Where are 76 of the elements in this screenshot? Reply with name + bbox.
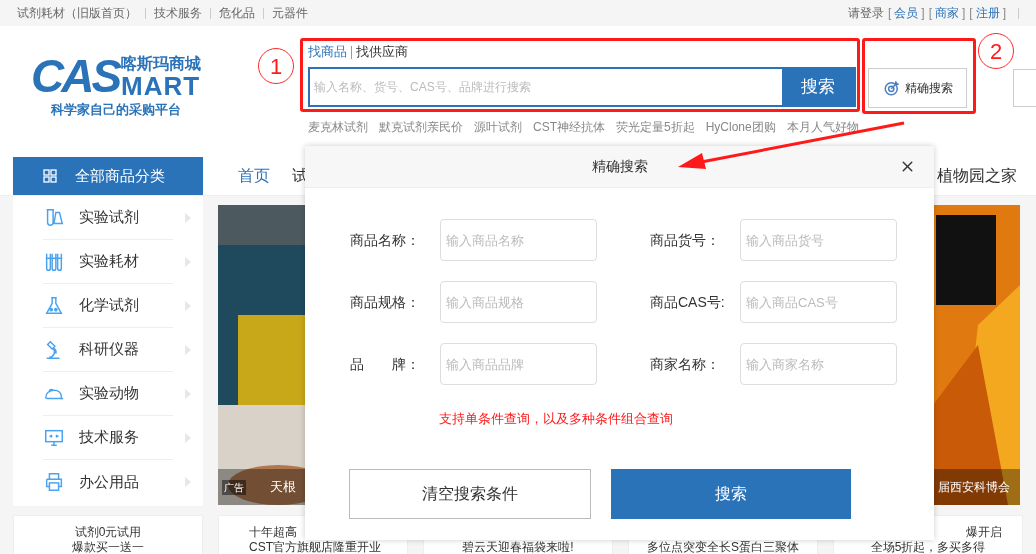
bracket-text: [ xyxy=(887,5,892,22)
ad-tag: 广告 xyxy=(222,479,246,495)
chevron-right-icon xyxy=(185,344,191,355)
category-item[interactable]: 办公用品 xyxy=(43,460,173,504)
top-link[interactable]: 会员 xyxy=(894,4,919,22)
target-icon xyxy=(882,79,901,97)
bracket-text: ] xyxy=(961,5,966,22)
field-label: 商品名称： xyxy=(350,230,421,250)
search-tab[interactable]: 找商品 xyxy=(308,42,347,62)
field-label: 商家名称： xyxy=(650,354,721,374)
field-label: 品 牌： xyxy=(350,354,421,374)
input-field[interactable]: 输入商品货号 xyxy=(740,219,897,261)
flask-icon xyxy=(43,294,65,317)
category-header[interactable]: 全部商品分类 xyxy=(13,157,203,195)
hot-word-link[interactable]: HyClone团购 xyxy=(705,118,776,136)
bracket-text: [ xyxy=(969,5,973,22)
promo-text: 全场5折起，多买多得 xyxy=(870,540,986,554)
chevron-right-icon xyxy=(185,256,191,267)
category-item[interactable]: 科研仪器 xyxy=(43,328,173,372)
promo-text: 爆款买一送一 xyxy=(72,540,144,554)
nav-link[interactable]: 植物园之家 xyxy=(937,164,1017,188)
promo-text: 十年超高 xyxy=(249,525,297,539)
bracket-text: [ xyxy=(928,5,932,22)
top-link[interactable]: 技术服务 xyxy=(154,4,202,22)
category-item[interactable]: 化学试剂 xyxy=(43,284,173,328)
clear-button[interactable]: 清空搜索条件 xyxy=(349,468,591,519)
promo-text: 爆开启 xyxy=(966,525,1002,539)
category-item[interactable]: 实验试剂 xyxy=(43,196,173,240)
hot-word-link[interactable]: 默克试剂亲民价 xyxy=(379,118,463,136)
top-link[interactable]: 试剂耗材（旧版首页） xyxy=(17,4,137,22)
hint-text: 支持单条件查询，以及多种条件组合查询 xyxy=(439,410,673,428)
chevron-right-icon xyxy=(185,212,191,223)
printer-icon xyxy=(43,471,65,493)
input-field[interactable]: 输入商品规格 xyxy=(440,281,597,323)
login-text: 请登录 xyxy=(847,5,884,22)
chevron-right-icon xyxy=(185,477,191,487)
hot-word-link[interactable]: 荧光定量5折起 xyxy=(616,118,695,136)
field-label: 商品规格： xyxy=(350,292,421,312)
top-link[interactable]: 危化品 xyxy=(219,4,255,22)
chevron-right-icon xyxy=(185,300,191,311)
input-field[interactable]: 输入商家名称 xyxy=(740,343,897,385)
promo-text: CST官方旗舰店隆重开业 xyxy=(249,540,381,554)
chevron-right-icon xyxy=(185,388,191,399)
bracket-text: ] xyxy=(921,5,925,22)
hot-word-link[interactable]: 源叶试剂 xyxy=(474,118,522,136)
banner-caption[interactable]: 天根 xyxy=(270,477,296,497)
category-item[interactable]: 技术服务 xyxy=(43,416,173,460)
category-item[interactable]: 实验动物 xyxy=(43,372,173,416)
field-label: 商品CAS号: xyxy=(650,292,726,312)
promo-text: 多位点突变全长S蛋白三聚体 xyxy=(647,540,799,554)
banner-caption[interactable]: 届西安科博会 xyxy=(938,478,1010,496)
precise-search-button[interactable]: 精确搜索 xyxy=(868,68,967,108)
category-header-label: 全部商品分类 xyxy=(75,165,165,186)
modal-title: 精确搜索 xyxy=(591,157,648,176)
hot-word-link[interactable]: 麦克林试剂 xyxy=(308,118,368,136)
top-link[interactable]: 元器件 xyxy=(272,4,308,22)
nav-link[interactable]: 首页 xyxy=(238,164,270,188)
input-field[interactable]: 输入商品名称 xyxy=(440,219,597,261)
search-button[interactable]: 搜索 xyxy=(611,468,851,519)
grid-icon xyxy=(43,169,57,183)
hot-word-link[interactable]: CST神经抗体 xyxy=(533,118,605,136)
input-field[interactable]: 输入商品CAS号 xyxy=(740,281,897,323)
top-link[interactable]: 商家 xyxy=(934,4,959,22)
promo-text: 碧云天迎春福袋来啦! xyxy=(462,540,574,554)
search-button[interactable]: 搜索 xyxy=(782,69,854,105)
search-field[interactable]: 输入名称、货号、CAS号、品牌进行搜索 搜索 xyxy=(308,67,856,107)
top-link[interactable]: 注册 xyxy=(975,4,1000,22)
promo-card[interactable]: 试剂0元试用 爆款买一送一 xyxy=(13,515,203,554)
bracket-text: ] xyxy=(1002,5,1006,22)
field-label: 商品货号： xyxy=(650,230,721,250)
search-tab[interactable]: 找供应商 xyxy=(356,42,408,62)
input-field[interactable]: 输入商品品牌 xyxy=(440,343,597,385)
category-item[interactable]: 实验耗材 xyxy=(43,240,173,284)
hot-word-link[interactable]: 本月人气好物 xyxy=(786,118,859,136)
promo-text: 试剂0元试用 xyxy=(74,525,142,539)
chevron-right-icon xyxy=(185,432,191,443)
